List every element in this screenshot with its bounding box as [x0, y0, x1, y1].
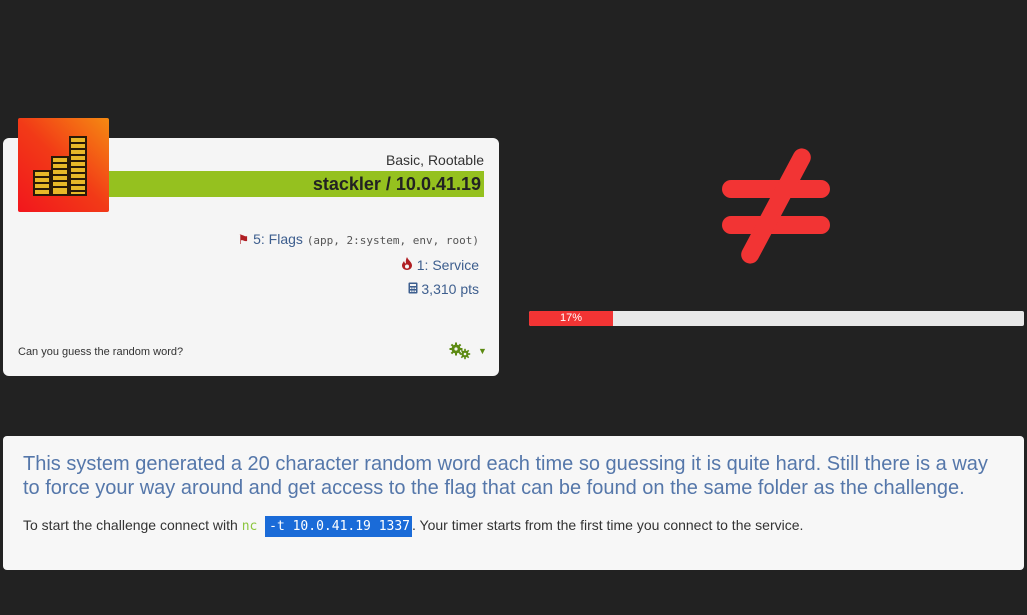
- stacked-coins-icon: [18, 118, 109, 212]
- not-equal-icon: [716, 146, 836, 266]
- flags-detail: (app, 2:system, env, root): [306, 234, 479, 247]
- service-stat: 1: Service: [401, 257, 479, 273]
- challenge-title[interactable]: stackler / 10.0.41.19: [313, 174, 481, 195]
- connect-prefix: To start the challenge connect with: [23, 517, 242, 533]
- solve-progress-bar: 17%: [529, 311, 1024, 326]
- challenge-title-bar: stackler / 10.0.41.19: [109, 171, 484, 197]
- progress-label: 17%: [560, 312, 583, 324]
- connect-args[interactable]: -t 10.0.41.19 1337: [265, 516, 413, 537]
- progress-fill: 17%: [529, 311, 614, 326]
- connect-instructions: To start the challenge connect with nc -…: [23, 516, 804, 537]
- challenge-description: This system generated a 20 character ran…: [23, 453, 988, 499]
- settings-dropdown[interactable]: ▼: [449, 342, 487, 364]
- calculator-icon: [408, 282, 422, 297]
- gears-icon: [449, 342, 473, 364]
- service-label: 1: Service: [416, 257, 479, 273]
- connect-suffix: . Your timer starts from the first time …: [412, 517, 804, 533]
- challenge-details-panel: This system generated a 20 character ran…: [3, 436, 1024, 570]
- flags-label: 5: Flags: [253, 231, 303, 247]
- points-stat: 3,310 pts: [408, 281, 479, 297]
- points-label: 3,310 pts: [421, 281, 479, 297]
- fire-icon: [401, 257, 417, 273]
- flags-stat: ⚑ 5: Flags (app, 2:system, env, root): [238, 231, 479, 248]
- connect-command[interactable]: nc: [242, 519, 258, 534]
- chevron-down-icon: ▼: [478, 346, 487, 356]
- challenge-tags: Basic, Rootable: [385, 152, 484, 168]
- flag-icon: ⚑: [237, 232, 250, 247]
- challenge-short-description: Can you guess the random word?: [18, 346, 184, 358]
